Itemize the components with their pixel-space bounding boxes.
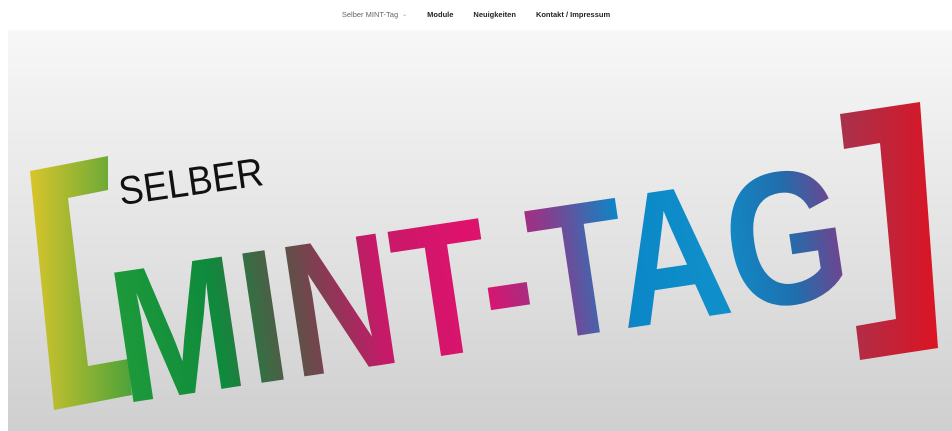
chevron-down-icon: ⌄ (402, 11, 408, 18)
nav-item-label: Selber MINT-Tag (341, 9, 399, 19)
nav-item-module[interactable]: Module (427, 10, 453, 19)
nav-item-label: Kontakt / Impressum (535, 9, 611, 19)
hero-logo: SELBER MINT-TAG (30, 102, 938, 431)
nav-item-selber-mint-tag[interactable]: Selber MINT-Tag ⌄ (342, 10, 407, 19)
nav-item-kontakt-impressum[interactable]: Kontakt / Impressum (536, 10, 610, 19)
nav-item-label: Module (427, 9, 454, 19)
main-navigation: Selber MINT-Tag ⌄ Module Neuigkeiten Kon… (0, 0, 952, 28)
hero-banner: SELBER MINT-TAG (8, 30, 952, 431)
logo-small-text: SELBER (116, 150, 266, 215)
nav-item-label: Neuigkeiten (473, 9, 516, 19)
nav-item-neuigkeiten[interactable]: Neuigkeiten (473, 10, 516, 19)
